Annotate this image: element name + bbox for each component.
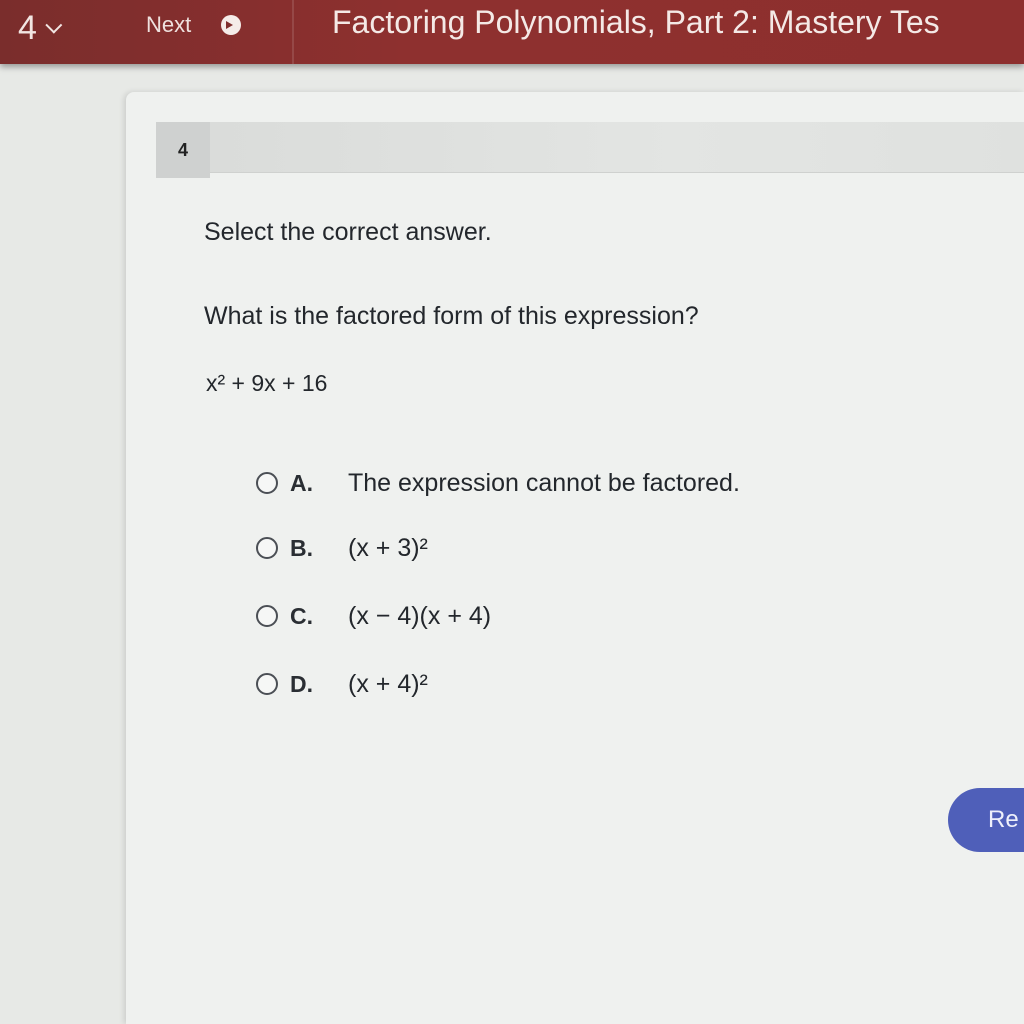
option-text: (x − 4)(x + 4) — [348, 601, 492, 630]
radio-button[interactable] — [256, 537, 278, 559]
option-text: (x + 4)² — [348, 669, 428, 698]
top-bar: 4 Next Factoring Polynomials, Part 2: Ma… — [0, 0, 1024, 64]
option-a[interactable]: A. The expression cannot be factored. — [256, 463, 740, 503]
option-letter: C. — [290, 602, 313, 629]
reset-label: Re — [988, 806, 1019, 833]
test-title: Factoring Polynomials, Part 2: Mastery T… — [332, 4, 940, 40]
option-c[interactable]: C. (x − 4)(x + 4) — [256, 596, 491, 636]
option-letter: D. — [290, 670, 313, 697]
question-number-badge: 4 — [156, 122, 210, 178]
reset-button[interactable]: Re — [948, 788, 1024, 852]
arrow-right-circle-icon — [221, 15, 242, 35]
radio-button[interactable] — [256, 472, 278, 494]
next-button[interactable]: Next — [146, 10, 242, 40]
option-text: The expression cannot be factored. — [348, 468, 740, 497]
question-card: 4 Select the correct answer. What is the… — [126, 92, 1024, 1024]
divider — [292, 0, 294, 64]
question-header: 4 — [156, 122, 1024, 178]
question-number-dropdown[interactable]: 4 — [18, 6, 63, 50]
option-d[interactable]: D. (x + 4)² — [256, 664, 428, 704]
instruction-text: Select the correct answer. — [204, 218, 492, 246]
next-label: Next — [146, 12, 192, 37]
expression: x² + 9x + 16 — [206, 370, 328, 396]
question-number-label: 4 — [18, 8, 37, 47]
radio-button[interactable] — [256, 673, 278, 695]
option-b[interactable]: B. (x + 3)² — [256, 528, 428, 568]
radio-button[interactable] — [256, 605, 278, 627]
question-prompt: What is the factored form of this expres… — [204, 302, 699, 330]
chevron-down-icon — [45, 16, 63, 34]
option-text: (x + 3)² — [348, 533, 428, 562]
option-letter: A. — [290, 469, 313, 496]
option-letter: B. — [290, 534, 313, 561]
